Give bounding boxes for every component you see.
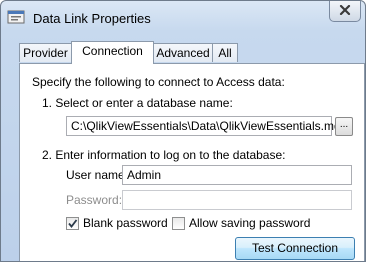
blank-password-checkbox[interactable] — [66, 217, 79, 230]
dialog-window: Data Link Properties Provider Connection… — [0, 0, 366, 262]
test-connection-button[interactable]: Test Connection — [235, 237, 355, 260]
data-link-icon — [7, 9, 25, 25]
close-icon — [339, 4, 351, 18]
tab-provider[interactable]: Provider — [19, 43, 72, 62]
title-bar[interactable]: Data Link Properties — [1, 1, 365, 37]
step2-label: 2. Enter information to log on to the da… — [42, 148, 286, 162]
user-name-field[interactable]: Admin — [122, 165, 352, 185]
close-button[interactable] — [329, 1, 361, 22]
step1-label: 1. Select or enter a database name: — [42, 96, 233, 110]
window-title: Data Link Properties — [33, 11, 151, 26]
tab-connection[interactable]: Connection — [71, 41, 154, 64]
allow-saving-password-label[interactable]: Allow saving password — [189, 216, 310, 230]
browse-button[interactable]: ... — [335, 117, 353, 136]
database-name-field[interactable]: C:\QlikViewEssentials\Data\QlikViewEssen… — [66, 116, 347, 136]
blank-password-label[interactable]: Blank password — [83, 216, 168, 230]
tab-advanced[interactable]: Advanced — [153, 43, 213, 62]
password-label: Password: — [66, 193, 123, 207]
user-name-label: User name: — [66, 168, 129, 182]
tab-all[interactable]: All — [212, 43, 238, 62]
connection-panel: Specify the following to connect to Acce… — [19, 63, 365, 261]
allow-saving-password-checkbox[interactable] — [172, 217, 185, 230]
password-field[interactable] — [122, 190, 352, 210]
intro-text: Specify the following to connect to Acce… — [32, 75, 285, 89]
